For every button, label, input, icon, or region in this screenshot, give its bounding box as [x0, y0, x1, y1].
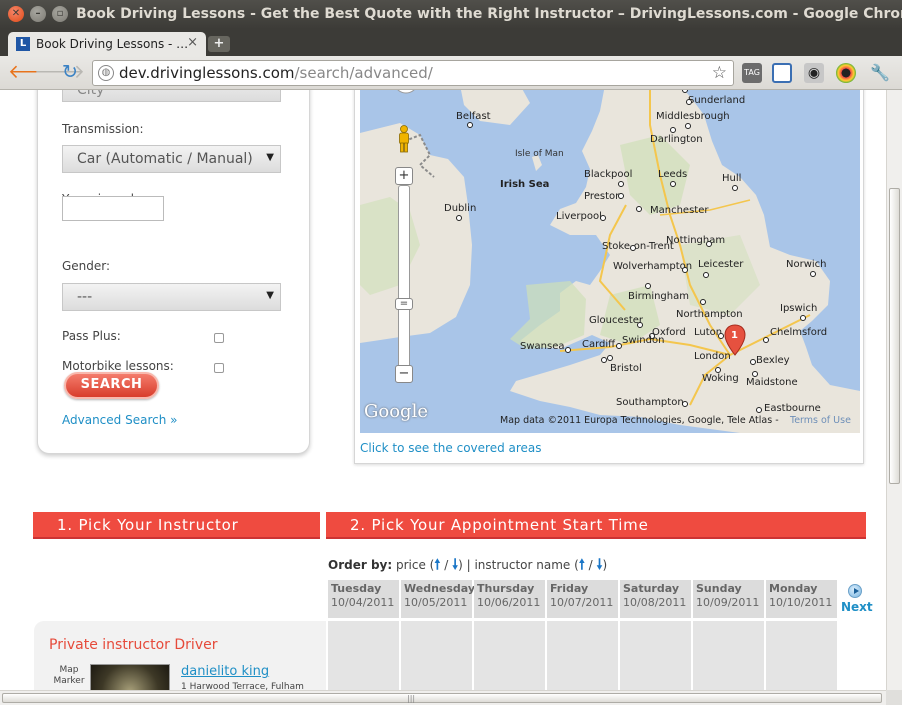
tab-close-icon[interactable]: × — [187, 35, 198, 50]
calendar-slot-column[interactable] — [401, 621, 472, 690]
day-name: Sunday — [696, 582, 742, 595]
page-viewport: City Transmission: Car (Automatic / Manu… — [0, 90, 886, 690]
day-name: Wednesday — [404, 582, 476, 595]
sort-name-asc-icon[interactable]: 🠕 — [579, 557, 585, 573]
tag-extension-icon[interactable]: TAG — [742, 63, 762, 83]
instructor-address: 1 Harwood Terrace, Fulham — [181, 682, 304, 690]
calendar-day-wednesday: Wednesday 10/05/2011 — [401, 580, 476, 618]
day-name: Friday — [550, 582, 589, 595]
zoom-in-icon[interactable]: + — [395, 167, 413, 185]
camera-icon[interactable]: ◉ — [804, 63, 824, 83]
day-date: 10/05/2011 — [404, 596, 468, 609]
tab-title: Book Driving Lessons - … — [36, 37, 189, 51]
instructor-photo — [90, 664, 170, 690]
covered-areas-link[interactable]: Click to see the covered areas — [360, 441, 542, 455]
calendar-day-friday: Friday 10/07/2011 — [547, 580, 618, 618]
step-pick-instructor: 1. Pick Your Instructor — [33, 512, 320, 539]
calendar-slot-column[interactable] — [547, 621, 618, 690]
zoom-out-icon[interactable]: − — [395, 365, 413, 383]
next-arrow-icon[interactable] — [848, 584, 862, 598]
reload-icon[interactable]: ↻ — [62, 62, 78, 82]
calendar-day-saturday: Saturday 10/08/2011 — [620, 580, 691, 618]
day-date: 10/10/2011 — [769, 596, 833, 609]
tab-strip: L Book Driving Lessons - … × + — [0, 29, 902, 56]
city-select[interactable]: City — [62, 90, 281, 102]
horizontal-scroll-thumb[interactable]: ||| — [2, 693, 882, 703]
day-name: Monday — [769, 582, 818, 595]
dropdown-arrow-icon: ▼ — [266, 152, 274, 163]
window-titlebar: ✕ – ▫ Book Driving Lessons - Get the Bes… — [0, 0, 902, 29]
order-by-bar: Order by: price (🠕 / 🠗) | instructor nam… — [328, 557, 608, 573]
calendar-slot-column[interactable] — [328, 621, 399, 690]
transmission-label: Transmission: — [62, 122, 144, 136]
calendar-slot-column[interactable] — [766, 621, 837, 690]
instructor-type: Private instructor Driver — [49, 637, 218, 653]
browser-tab[interactable]: L Book Driving Lessons - … × — [8, 32, 206, 56]
pass-plus-label: Pass Plus: — [62, 329, 121, 343]
wrench-icon[interactable]: 🔧 — [870, 63, 890, 83]
window-close-icon[interactable]: ✕ — [8, 6, 24, 22]
google-logo: Google — [364, 401, 428, 422]
instructor-card: Private instructor Driver Map Marker dan… — [34, 621, 326, 690]
motorbike-checkbox[interactable] — [214, 363, 224, 373]
calendar-day-thursday: Thursday 10/06/2011 — [474, 580, 545, 618]
vertical-scroll-thumb[interactable] — [889, 188, 900, 484]
step-pick-appointment: 2. Pick Your Appointment Start Time — [326, 512, 866, 539]
transmission-select[interactable]: Car (Automatic / Manual) ▼ — [62, 145, 281, 173]
horizontal-scrollbar[interactable]: ||| — [0, 690, 886, 705]
vertical-scrollbar[interactable] — [886, 90, 902, 690]
map-terms-link[interactable]: Terms of Use — [790, 415, 851, 426]
map-marker-label: 1 — [731, 330, 738, 341]
day-date: 10/09/2011 — [696, 596, 760, 609]
day-name: Saturday — [623, 582, 679, 595]
day-name: Thursday — [477, 582, 535, 595]
favicon-icon: L — [16, 37, 30, 51]
map-card: Belfast Isle of Man Irish Sea Dublin New… — [354, 90, 864, 464]
day-date: 10/07/2011 — [550, 596, 614, 609]
search-form-card: City Transmission: Car (Automatic / Manu… — [37, 90, 310, 454]
day-date: 10/06/2011 — [477, 596, 541, 609]
bookmark-star-icon[interactable]: ☆ — [712, 63, 727, 83]
coverage-map[interactable]: Belfast Isle of Man Irish Sea Dublin New… — [360, 90, 860, 433]
next-week-link[interactable]: Next — [841, 600, 873, 614]
gender-select[interactable]: --- ▼ — [62, 283, 281, 311]
instructor-name-link[interactable]: danielito king — [181, 664, 269, 679]
day-date: 10/04/2011 — [331, 596, 395, 609]
browser-toolbar: 🡐 🡒 ↻ ◍ dev.drivinglessons.com/search/ad… — [0, 56, 902, 90]
scrollbar-corner — [886, 690, 902, 705]
sort-price-asc-icon[interactable]: 🠕 — [434, 557, 440, 573]
screen-capture-icon[interactable] — [772, 63, 792, 83]
map-attribution: Map data ©2011 Europa Technologies, Goog… — [500, 415, 779, 426]
window-minimize-icon[interactable]: – — [30, 6, 46, 22]
zoom-slider-track[interactable] — [398, 185, 410, 375]
zip-code-input[interactable] — [62, 196, 164, 221]
advanced-search-link[interactable]: Advanced Search » — [62, 413, 177, 427]
color-picker-icon[interactable] — [836, 63, 856, 83]
gender-label: Gender: — [62, 259, 111, 273]
pass-plus-checkbox[interactable] — [214, 333, 224, 343]
search-button[interactable]: SEARCH — [64, 372, 159, 399]
calendar-slot-column[interactable] — [474, 621, 545, 690]
url-text[interactable]: dev.drivinglessons.com/search/advanced/ — [119, 64, 433, 82]
calendar-day-tuesday: Tuesday 10/04/2011 — [328, 580, 399, 618]
zoom-slider-handle[interactable]: = — [395, 298, 413, 310]
street-view-pegman-icon[interactable] — [397, 125, 411, 153]
map-marker-caption: Map Marker — [53, 665, 85, 686]
new-tab-button[interactable]: + — [208, 36, 230, 52]
day-date: 10/08/2011 — [623, 596, 687, 609]
calendar-slot-column[interactable] — [693, 621, 764, 690]
dropdown-arrow-icon: ▼ — [266, 290, 274, 301]
day-name: Tuesday — [331, 582, 382, 595]
motorbike-label: Motorbike lessons: — [62, 359, 174, 373]
window-maximize-icon[interactable]: ▫ — [52, 6, 68, 22]
address-bar[interactable]: ◍ dev.drivinglessons.com/search/advanced… — [92, 60, 734, 86]
globe-icon: ◍ — [98, 65, 114, 81]
calendar-day-sunday: Sunday 10/09/2011 — [693, 580, 764, 618]
calendar-slot-column[interactable] — [620, 621, 691, 690]
calendar-day-monday: Monday 10/10/2011 — [766, 580, 837, 618]
window-title: Book Driving Lessons - Get the Best Quot… — [76, 6, 902, 22]
